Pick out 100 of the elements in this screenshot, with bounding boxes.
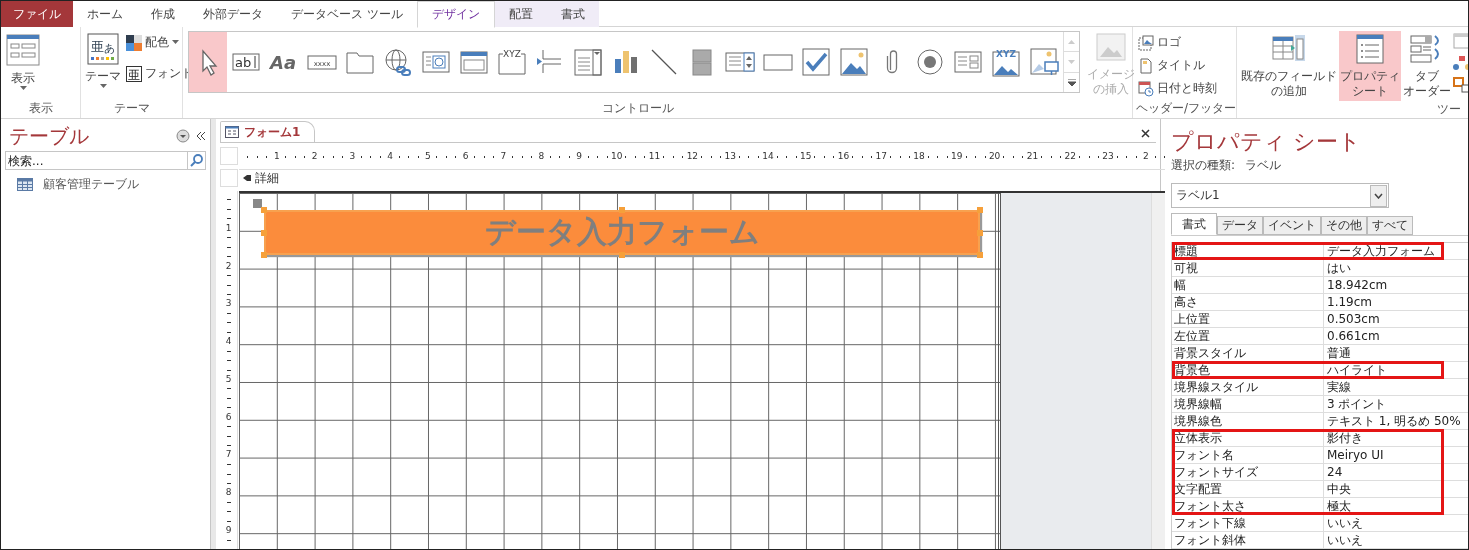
close-icon: [1141, 129, 1150, 138]
selection-type: ラベル: [1245, 157, 1282, 174]
font-icon: 亜: [126, 65, 142, 82]
property-row[interactable]: 左位置 0.661cm: [1172, 328, 1468, 345]
property-row[interactable]: 境界線幅 3 ポイント: [1172, 396, 1468, 413]
ribbon-tab[interactable]: ファイル: [1, 1, 73, 27]
property-tab[interactable]: データ: [1217, 216, 1263, 235]
subform-window-icon: [1453, 33, 1468, 49]
dropdown-button[interactable]: [176, 129, 190, 143]
property-name: 高さ: [1172, 294, 1324, 310]
property-row[interactable]: フォント下線 いいえ: [1172, 515, 1468, 532]
property-row[interactable]: フォント斜体 いいえ: [1172, 532, 1468, 549]
section-title: 詳細: [255, 170, 279, 187]
table-item[interactable]: 顧客管理テーブル: [5, 170, 206, 199]
search-icon: [190, 154, 203, 167]
property-value[interactable]: テキスト 1, 明るめ 50%: [1324, 413, 1468, 429]
property-name: 背景色: [1172, 362, 1324, 378]
property-value[interactable]: データ入力フォーム: [1324, 243, 1468, 259]
property-value[interactable]: 0.503cm: [1324, 311, 1468, 327]
property-value[interactable]: Meiryo UI: [1324, 447, 1468, 463]
property-value[interactable]: 影付き: [1324, 430, 1468, 446]
property-row[interactable]: フォント名 Meiryo UI: [1172, 447, 1468, 464]
ruler-number: 21: [1026, 150, 1039, 162]
property-name: 境界線幅: [1172, 396, 1324, 412]
document-icon: [1138, 57, 1154, 74]
property-value[interactable]: 24: [1324, 464, 1468, 480]
property-value[interactable]: ハイライト: [1324, 362, 1468, 378]
resize-handle[interactable]: [977, 207, 983, 213]
property-value[interactable]: 中央: [1324, 481, 1468, 497]
document-tab[interactable]: フォーム1: [220, 121, 316, 142]
collapse-button[interactable]: [196, 131, 206, 141]
property-row[interactable]: 文字配置 中央: [1172, 481, 1468, 498]
property-name: 文字配置: [1172, 481, 1324, 497]
ruler-number: 16: [837, 150, 850, 162]
property-value[interactable]: はい: [1324, 260, 1468, 276]
search-field[interactable]: 検索...: [5, 151, 188, 170]
property-value[interactable]: 0.661cm: [1324, 328, 1468, 344]
resize-handle[interactable]: [261, 207, 267, 213]
property-row[interactable]: フォント太さ 極太: [1172, 498, 1468, 515]
resize-handle[interactable]: [977, 230, 983, 236]
datetime-button[interactable]: 日付と時刻: [1136, 79, 1219, 98]
resize-handle[interactable]: [261, 230, 267, 236]
property-button[interactable]: プロパティ シート: [1339, 31, 1401, 101]
fields-button[interactable]: 既存のフィールド の追加: [1240, 31, 1338, 101]
property-value[interactable]: 1.19cm: [1324, 294, 1468, 310]
group-label: ヘッダー/フッター: [1136, 100, 1233, 117]
group-label: テーマ: [112, 100, 151, 117]
title-button[interactable]: タイトル: [1136, 56, 1219, 75]
taborder-button[interactable]: タブ オーダー: [1402, 31, 1452, 101]
object-dropdown[interactable]: ラベル1: [1171, 183, 1389, 208]
property-row[interactable]: 高さ 1.19cm: [1172, 294, 1468, 311]
image-icon: [1096, 33, 1126, 61]
ruler-number: 15: [799, 150, 812, 162]
property-row[interactable]: 境界線スタイル 実線: [1172, 379, 1468, 396]
group-label: コントロール: [600, 100, 675, 117]
property-value[interactable]: 実線: [1324, 379, 1468, 395]
ruler-number: 14: [761, 150, 774, 162]
property-name: フォント斜体: [1172, 532, 1324, 548]
ruler-number: 20: [988, 150, 1001, 162]
section-arrow-icon: [242, 173, 252, 184]
property-value[interactable]: いいえ: [1324, 532, 1468, 548]
resize-handle[interactable]: [619, 252, 625, 258]
section-selector[interactable]: [220, 169, 238, 187]
property-value[interactable]: 18.942cm: [1324, 277, 1468, 293]
ruler-number: 10: [610, 150, 623, 162]
search-button[interactable]: [188, 151, 206, 170]
pane-title: プロパティ シート: [1171, 129, 1362, 155]
property-value[interactable]: 3 ポイント: [1324, 396, 1468, 412]
property-tab[interactable]: イベント: [1263, 216, 1321, 235]
property-row[interactable]: 上位置 0.503cm: [1172, 311, 1468, 328]
property-row[interactable]: 立体表示 影付き: [1172, 430, 1468, 447]
property-row[interactable]: 背景色 ハイライト: [1172, 362, 1468, 379]
property-row[interactable]: 可視 はい: [1172, 260, 1468, 277]
caret-icon: [19, 86, 27, 91]
ribbon-tab[interactable]: 配置: [494, 1, 547, 27]
property-tab[interactable]: その他: [1321, 216, 1367, 235]
property-row[interactable]: 幅 18.942cm: [1172, 277, 1468, 294]
view-button[interactable]: 表示: [4, 31, 42, 93]
form-view-icon: [5, 33, 41, 67]
property-value[interactable]: いいえ: [1324, 515, 1468, 531]
property-value[interactable]: 極太: [1324, 498, 1468, 514]
calendar-clock-icon: [1138, 80, 1154, 97]
property-tab[interactable]: すべて: [1367, 216, 1413, 235]
property-row[interactable]: 境界線色 テキスト 1, 明るめ 50%: [1172, 413, 1468, 430]
resize-handle[interactable]: [261, 252, 267, 258]
property-name: フォントサイズ: [1172, 464, 1324, 480]
property-row[interactable]: 背景スタイル 普通: [1172, 345, 1468, 362]
move-handle[interactable]: [253, 199, 262, 208]
property-name: フォント名: [1172, 447, 1324, 463]
ruler-number: 13: [724, 150, 737, 162]
ruler-number: 17: [875, 150, 888, 162]
property-row[interactable]: 標題 データ入力フォーム: [1172, 243, 1468, 260]
ribbon-tab[interactable]: デザイン: [416, 1, 495, 28]
property-row[interactable]: フォントサイズ 24: [1172, 464, 1468, 481]
ribbon-tab[interactable]: 書式: [546, 1, 599, 27]
resize-handle[interactable]: [619, 207, 625, 213]
logo-button[interactable]: ロゴ: [1136, 33, 1219, 52]
resize-handle[interactable]: [977, 252, 983, 258]
property-value[interactable]: 普通: [1324, 345, 1468, 361]
property-tab[interactable]: 書式: [1171, 213, 1217, 235]
